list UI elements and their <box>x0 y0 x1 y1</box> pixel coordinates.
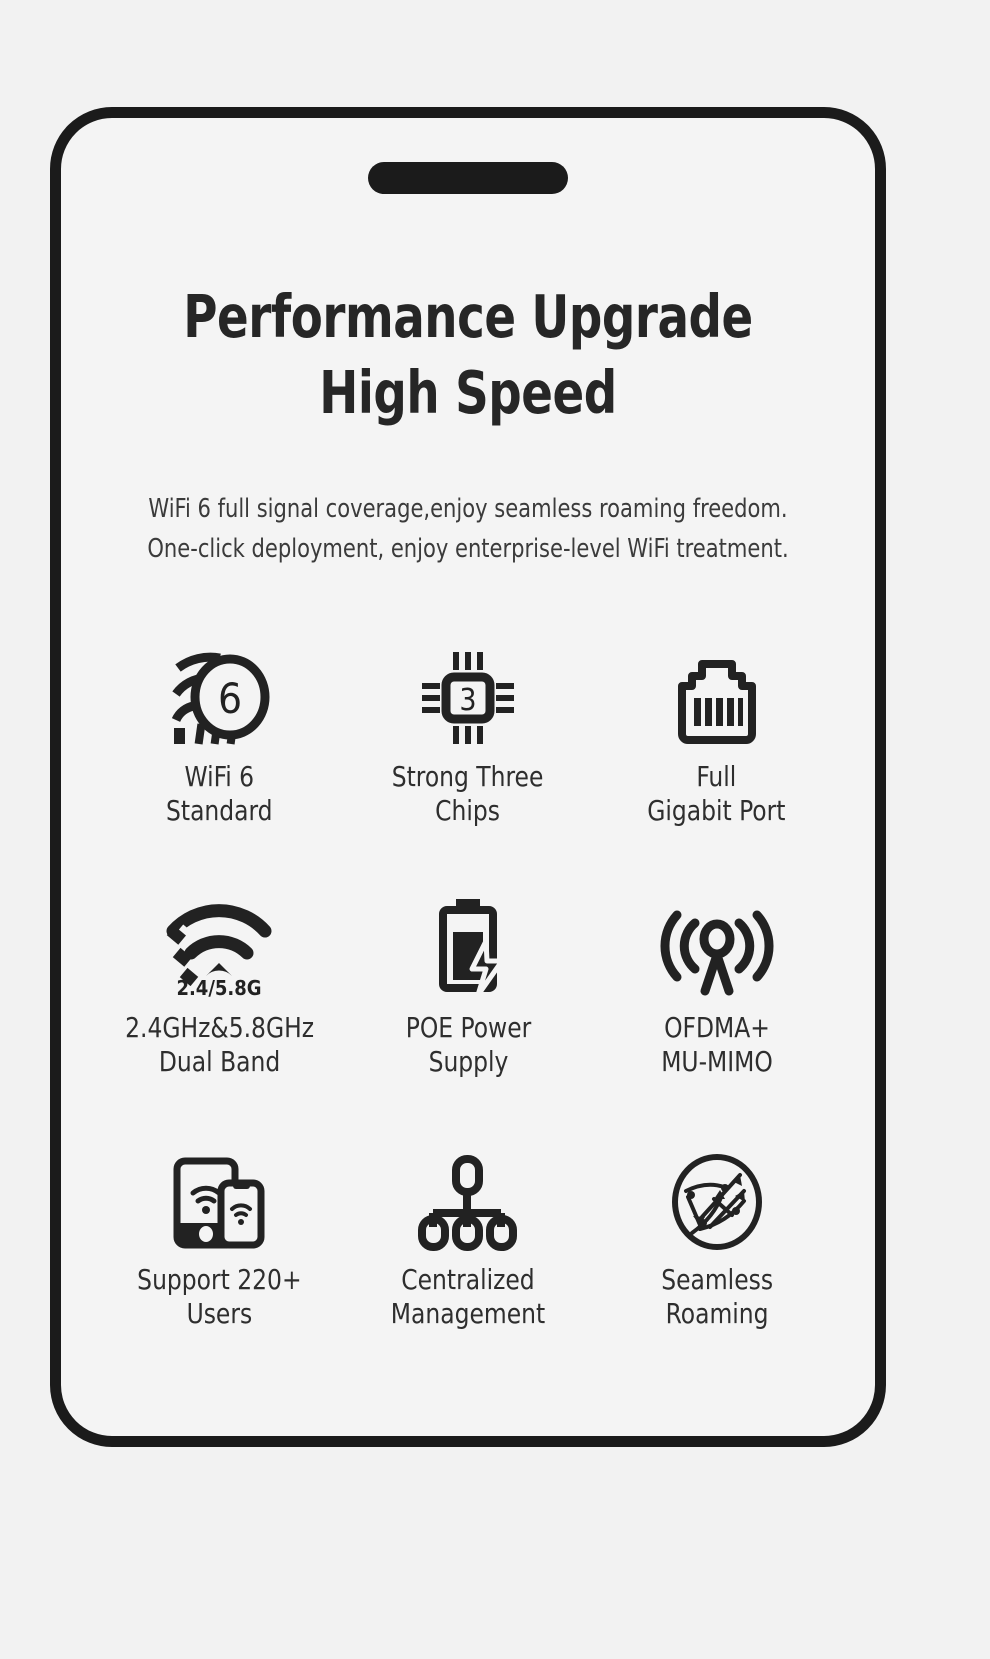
feature-label-line-1: Centralized <box>391 1263 545 1297</box>
feature-label-line-1: Seamless <box>661 1263 773 1297</box>
rj45-gigabit-port-icon <box>672 638 762 746</box>
feature-item-support-users: Support 220+ Users <box>95 1141 344 1331</box>
feature-label-line-1: OFDMA+ <box>661 1011 773 1045</box>
feature-label-line-2: MU-MIMO <box>661 1045 773 1079</box>
feature-label-line-2: Dual Band <box>125 1045 314 1079</box>
feature-label: POE Power Supply <box>405 1011 531 1079</box>
feature-label: OFDMA+ MU-MIMO <box>661 1011 773 1079</box>
page-subtitle-line-2: One-click deployment, enjoy enterprise-l… <box>102 530 835 570</box>
feature-label-line-2: Gigabit Port <box>648 794 786 828</box>
phone-notch <box>368 162 568 194</box>
dual-band-wifi-icon: 2.4/5.8G <box>163 889 275 997</box>
feature-label-line-1: WiFi 6 <box>166 760 273 794</box>
feature-label-line-1: Strong Three <box>392 760 544 794</box>
page-title-line-1: Performance Upgrade <box>183 282 753 351</box>
feature-label: 2.4GHz&5.8GHz Dual Band <box>125 1011 314 1079</box>
feature-label-line-2: Roaming <box>661 1297 773 1331</box>
feature-grid: 6 WiFi 6 Standard 3 <box>95 638 841 1331</box>
broadcast-antenna-icon <box>665 889 769 997</box>
chip-badge-text: 3 <box>459 683 476 718</box>
feature-item-centralized-management: Centralized Management <box>344 1141 593 1331</box>
feature-label-line-1: 2.4GHz&5.8GHz <box>125 1011 314 1045</box>
feature-label-line-2: Chips <box>392 794 544 828</box>
globe-roaming-icon <box>670 1141 764 1249</box>
multi-device-wifi-icon <box>171 1141 267 1249</box>
feature-label-line-2: Management <box>391 1297 545 1331</box>
feature-label: Strong Three Chips <box>392 760 544 828</box>
feature-label: WiFi 6 Standard <box>166 760 273 828</box>
feature-item-gigabit-port: Full Gigabit Port <box>592 638 841 828</box>
feature-label-line-2: Standard <box>166 794 273 828</box>
page-root: Performance Upgrade High Speed WiFi 6 fu… <box>0 0 990 1659</box>
feature-label-line-2: Supply <box>405 1045 531 1079</box>
page-title-line-2: High Speed <box>110 355 826 431</box>
feature-label-line-1: Support 220+ <box>137 1263 301 1297</box>
feature-item-three-chips: 3 <box>344 638 593 828</box>
feature-label-line-1: POE Power <box>405 1011 531 1045</box>
feature-label: Seamless Roaming <box>661 1263 773 1331</box>
page-title: Performance Upgrade High Speed <box>110 279 826 430</box>
feature-item-ofdma-mumimo: OFDMA+ MU-MIMO <box>592 889 841 1079</box>
chip-three-icon: 3 <box>422 638 514 746</box>
feature-item-seamless-roaming: Seamless Roaming <box>592 1141 841 1331</box>
feature-label-line-2: Users <box>137 1297 301 1331</box>
feature-label: Support 220+ Users <box>137 1263 301 1331</box>
feature-item-dual-band: 2.4/5.8G 2.4GHz&5.8GHz Dual Band <box>95 889 344 1079</box>
battery-charging-poe-icon <box>426 889 510 997</box>
wifi-6-badge-text: 6 <box>218 674 242 723</box>
wifi-6-signal-icon: 6 <box>166 638 272 746</box>
phone-mockup-frame: Performance Upgrade High Speed WiFi 6 fu… <box>50 107 886 1447</box>
feature-label-line-1: Full <box>648 760 786 794</box>
page-subtitle: WiFi 6 full signal coverage,enjoy seamle… <box>102 490 835 569</box>
page-subtitle-line-1: WiFi 6 full signal coverage,enjoy seamle… <box>102 490 835 530</box>
dual-band-badge-text: 2.4/5.8G <box>177 976 262 1000</box>
network-hierarchy-icon <box>420 1141 516 1249</box>
feature-item-poe-power: POE Power Supply <box>344 889 593 1079</box>
feature-item-wifi-6: 6 WiFi 6 Standard <box>95 638 344 828</box>
feature-label: Full Gigabit Port <box>648 760 786 828</box>
feature-label: Centralized Management <box>391 1263 545 1331</box>
